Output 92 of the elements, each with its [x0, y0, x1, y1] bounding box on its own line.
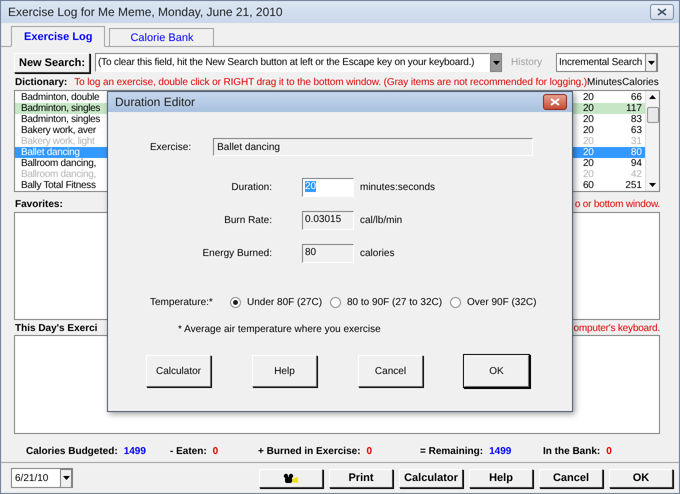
caret-icon [492, 60, 500, 64]
exercise-name: Ballet dancing [21, 147, 80, 158]
favorites-hint: o or bottom window. [574, 198, 660, 210]
calories-cell-text: 42 [630, 169, 643, 180]
caret-icon [648, 60, 654, 64]
minutes-cell-text: 20 [583, 147, 595, 158]
calories-cell-text: 31 [630, 136, 643, 147]
exercise-name: Ballroom dancing, [21, 169, 96, 180]
total-label: Calories Budgeted: [26, 446, 118, 456]
unit-label: minutes:seconds [360, 182, 436, 193]
search-mode-select[interactable]: Incremental Search [556, 53, 658, 72]
total-value: 0 [212, 446, 218, 456]
action-button[interactable]: OK [609, 468, 673, 488]
calories-cell-text: 251 [624, 180, 643, 191]
action-button[interactable]: Help [469, 468, 533, 488]
calories-cell-text: 117 [625, 103, 643, 114]
field-label: Energy Burned: [202, 248, 273, 259]
exercise-name: Badminton, singles [21, 114, 100, 125]
total-value: 1499 [124, 446, 146, 456]
dialog-button[interactable]: OK [464, 355, 529, 387]
search-field[interactable]: (To clear this field, hit the New Search button at left or the Escape key on your keyboard.) [95, 53, 490, 72]
dictionary-hint: To log an exercise, double click or RIGHT drag it to the bottom window. (Gray items are not recommended for logging.) [74, 76, 588, 88]
minutes-cell-text: 60 [583, 180, 595, 191]
total-label: = Remaining: [420, 446, 484, 456]
close-icon [550, 98, 560, 106]
action-button[interactable]: Cancel [539, 468, 603, 488]
dialog-button[interactable]: Cancel [358, 355, 423, 387]
exercise-name: Bakery work, light [21, 136, 95, 147]
dropdown-button[interactable] [645, 53, 657, 72]
close-icon [657, 8, 667, 16]
radio-option[interactable]: Under 80F (27C) [230, 297, 330, 308]
total-value: 0 [606, 446, 612, 456]
window-title: Exercise Log for Me Meme, Monday, June 21, 2010 [8, 5, 283, 19]
minutes-cell-text: 20 [583, 125, 595, 136]
column-header: Calories [622, 76, 659, 88]
caret-icon [62, 476, 70, 480]
exercise-name: Ballroom dancing, [21, 158, 96, 169]
total-value: 0 [366, 446, 372, 456]
exercise-label: Exercise: [150, 142, 192, 152]
close-button[interactable] [543, 94, 567, 110]
date-select[interactable]: 6/21/10 [11, 468, 73, 488]
total-label: In the Bank: [543, 446, 600, 456]
unit-label: cal/lb/min [360, 215, 404, 226]
action-button[interactable]: Calculator [399, 468, 463, 488]
minutes-cell-text: 20 [583, 92, 595, 103]
exercise-name: Badminton, double [21, 92, 100, 103]
total-label: + Burned in Exercise: [258, 446, 361, 456]
day-log-hint: omputer's keyboard. [574, 322, 660, 334]
minutes-cell-text: 20 [583, 114, 595, 125]
minutes-cell-text: 20 [583, 136, 595, 147]
radio-option[interactable]: 80 to 90F (27 to 32C) [330, 297, 450, 308]
dialog-title: Duration Editor [115, 95, 196, 109]
dictionary-label: Dictionary: [15, 76, 68, 88]
calories-cell-text: 63 [630, 125, 643, 136]
calories-cell-text: 80 [630, 147, 643, 158]
unit-label: calories [360, 248, 396, 259]
dialog-button[interactable]: Help [252, 355, 317, 387]
radio-option[interactable]: Over 90F (32C) [450, 297, 560, 308]
temperature-note: * Average air temperature where you exercise [177, 324, 382, 335]
tab[interactable]: Exercise Log [11, 26, 106, 47]
day-log-label: This Day's Exerci [15, 322, 98, 334]
scroll-thumb[interactable] [647, 107, 659, 123]
figure-button[interactable] [259, 468, 323, 488]
action-button[interactable]: Print [329, 468, 393, 488]
dialog-button[interactable]: Calculator [146, 355, 211, 387]
figure-icon [283, 472, 299, 484]
exercise-name: Badminton, singles [21, 103, 100, 114]
new-search-button[interactable]: New Search: [14, 52, 90, 72]
exercise-field: Ballet dancing [213, 138, 534, 156]
calories-cell-text: 94 [630, 158, 643, 169]
scroll-down-icon [649, 183, 656, 187]
calories-cell-text: 66 [630, 92, 643, 103]
close-button[interactable] [650, 4, 674, 20]
calories-cell-text: 83 [630, 114, 643, 125]
favorites-label: Favorites: [15, 198, 63, 210]
minutes-cell-text: 20 [583, 103, 595, 114]
total-value: 1499 [489, 446, 512, 456]
total-label: - Eaten: [170, 446, 207, 456]
field-label: Duration: [230, 182, 273, 193]
exercise-name: Bally Total Fitness [21, 180, 96, 191]
history-label: History [511, 57, 542, 68]
dropdown-button[interactable] [60, 468, 72, 488]
history-dropdown-button[interactable] [490, 53, 502, 72]
scroll-up-icon [649, 95, 656, 99]
column-header: Minutes [587, 76, 622, 88]
field-label: Burn Rate: [223, 215, 273, 226]
minutes-cell-text: 20 [583, 158, 595, 169]
scrollbar[interactable] [645, 91, 659, 191]
minutes-cell-text: 20 [583, 169, 595, 180]
exercise-name: Bakery work, aver [21, 125, 96, 136]
tab[interactable]: Calorie Bank [109, 28, 214, 46]
temperature-label: Temperature:* [150, 297, 214, 308]
